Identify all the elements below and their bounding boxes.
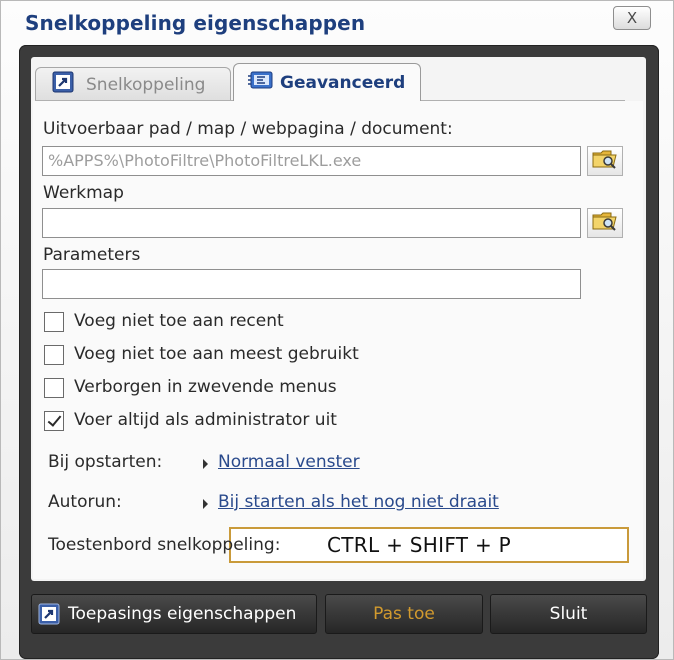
folder-icon: [591, 210, 619, 236]
browse-workdir-button[interactable]: [587, 208, 623, 238]
checkbox-hidden-menus[interactable]: [44, 378, 64, 398]
apply-button[interactable]: Pas toe: [325, 594, 483, 634]
chevron-right-icon: [203, 459, 208, 469]
hotkey-input[interactable]: CTRL + SHIFT + P: [229, 527, 629, 563]
close-button[interactable]: X: [613, 6, 651, 30]
tab-advanced-label: Geavanceerd: [280, 72, 406, 93]
startup-mode-link[interactable]: Normaal venster: [218, 452, 360, 472]
checkbox-no-recent[interactable]: [44, 312, 64, 332]
folder-icon: [591, 148, 619, 174]
params-label: Parameters: [43, 245, 141, 265]
application-properties-button[interactable]: Toepasings eigenschappen: [31, 594, 317, 634]
tab-shortcut[interactable]: Snelkoppeling: [35, 67, 231, 101]
params-input[interactable]: [42, 269, 581, 299]
tab-advanced[interactable]: Geavanceerd: [233, 63, 421, 101]
tab-shortcut-label: Snelkoppeling: [86, 74, 206, 95]
chevron-right-icon: [203, 499, 208, 509]
close-dialog-button[interactable]: Sluit: [490, 594, 647, 634]
checkbox-no-recent-label: Voeg niet toe aan recent: [74, 311, 284, 331]
shortcut-arrow-icon: [38, 603, 60, 625]
shortcut-arrow-icon: [52, 71, 74, 98]
browse-path-button[interactable]: [587, 146, 623, 176]
startup-label: Bij opstarten:: [48, 452, 163, 472]
dialog-title: Snelkoppeling eigenschappen: [25, 11, 366, 35]
dialog-window: Snelkoppeling eigenschappen X Snelkoppel…: [0, 0, 674, 660]
path-input[interactable]: %APPS%\PhotoFiltre\PhotoFiltreLKL.exe: [42, 146, 581, 176]
hotkey-value: CTRL + SHIFT + P: [327, 533, 512, 557]
checkbox-run-as-admin[interactable]: [44, 411, 64, 431]
workdir-input[interactable]: [42, 208, 581, 238]
advanced-settings-icon: [248, 70, 274, 95]
autorun-label: Autorun:: [48, 492, 122, 512]
checkbox-hidden-menus-label: Verborgen in zwevende menus: [74, 377, 337, 397]
checkbox-no-most-used-label: Voeg niet toe aan meest gebruikt: [74, 344, 359, 364]
checkbox-run-as-admin-label: Voer altijd als administrator uit: [74, 410, 337, 430]
hotkey-label: Toestenbord snelkoppeling:: [48, 535, 281, 555]
autorun-mode-link[interactable]: Bij starten als het nog niet draait: [218, 492, 499, 512]
checkbox-no-most-used[interactable]: [44, 345, 64, 365]
workdir-label: Werkmap: [43, 183, 124, 203]
path-label: Uitvoerbaar pad / map / webpagina / docu…: [43, 119, 453, 139]
application-properties-label: Toepasings eigenschappen: [68, 604, 297, 624]
